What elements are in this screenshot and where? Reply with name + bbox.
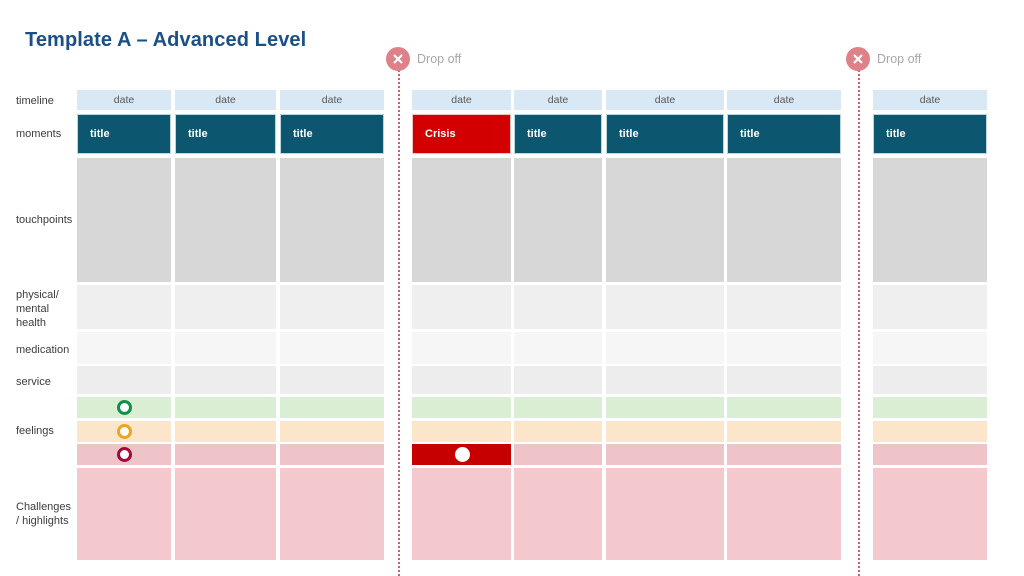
cell-medication-c5[interactable] (514, 332, 602, 364)
dropoff-marker-1[interactable]: Drop off (386, 47, 461, 71)
cell-moments-c6[interactable]: title (606, 114, 724, 154)
dropoff-label: Drop off (877, 52, 922, 66)
cell-touchpoints-c7[interactable] (727, 158, 841, 282)
cell-moments-c8[interactable]: title (873, 114, 987, 154)
row-label-touchpoints: touchpoints (16, 214, 73, 226)
cell-timeline-c3[interactable]: date (280, 90, 384, 110)
cell-moments-c4[interactable]: Crisis (412, 114, 511, 154)
cell-medication-c1[interactable] (77, 332, 171, 364)
cell-pmh-c8[interactable] (873, 285, 987, 329)
cell-pmh-c5[interactable] (514, 285, 602, 329)
cell-chal-c7[interactable] (727, 468, 841, 560)
cell-service-c8[interactable] (873, 366, 987, 394)
cell-service-c6[interactable] (606, 366, 724, 394)
cell-medication-c3[interactable] (280, 332, 384, 364)
cell-timeline-c1[interactable]: date (77, 90, 171, 110)
cell-pmh-c2[interactable] (175, 285, 276, 329)
row-label-feelings: feelings (16, 425, 54, 437)
cell-service-c5[interactable] (514, 366, 602, 394)
cell-service-c7[interactable] (727, 366, 841, 394)
cell-chal-c3[interactable] (280, 468, 384, 560)
dropoff-marker-2[interactable]: Drop off (846, 47, 921, 71)
dropoff-divider-1 (398, 70, 400, 576)
cell-pmh-c4[interactable] (412, 285, 511, 329)
cell-f-neu-c2[interactable] (175, 421, 276, 442)
cell-touchpoints-c6[interactable] (606, 158, 724, 282)
cell-chal-c6[interactable] (606, 468, 724, 560)
cell-timeline-c2[interactable]: date (175, 90, 276, 110)
cell-timeline-c6[interactable]: date (606, 90, 724, 110)
feeling-marker-crisis[interactable] (455, 447, 470, 462)
row-label-pmh: physical/ mental health (16, 289, 59, 329)
row-label-moments: moments (16, 128, 62, 140)
cell-touchpoints-c3[interactable] (280, 158, 384, 282)
dropoff-divider-2 (858, 70, 860, 576)
cell-f-pos-c3[interactable] (280, 397, 384, 418)
cell-medication-c2[interactable] (175, 332, 276, 364)
cell-f-neu-c3[interactable] (280, 421, 384, 442)
cell-touchpoints-c1[interactable] (77, 158, 171, 282)
cell-moments-c3[interactable]: title (280, 114, 384, 154)
cell-chal-c5[interactable] (514, 468, 602, 560)
cell-moments-c2[interactable]: title (175, 114, 276, 154)
cell-service-c2[interactable] (175, 366, 276, 394)
cell-f-neg-c5[interactable] (514, 444, 602, 465)
cell-f-neg-c6[interactable] (606, 444, 724, 465)
cell-pmh-c1[interactable] (77, 285, 171, 329)
close-circle-icon (846, 47, 870, 71)
cell-timeline-c8[interactable]: date (873, 90, 987, 110)
dropoff-label: Drop off (417, 52, 462, 66)
cell-pmh-c3[interactable] (280, 285, 384, 329)
cell-f-pos-c8[interactable] (873, 397, 987, 418)
row-label-challenges: Challenges / highlights (16, 501, 72, 527)
cell-f-neu-c6[interactable] (606, 421, 724, 442)
cell-medication-c4[interactable] (412, 332, 511, 364)
cell-timeline-c5[interactable]: date (514, 90, 602, 110)
cell-f-neu-c5[interactable] (514, 421, 602, 442)
feeling-marker-negative[interactable] (117, 447, 132, 462)
cell-f-neg-c7[interactable] (727, 444, 841, 465)
cell-f-pos-c5[interactable] (514, 397, 602, 418)
cell-f-pos-c2[interactable] (175, 397, 276, 418)
cell-f-neg-c3[interactable] (280, 444, 384, 465)
cell-chal-c8[interactable] (873, 468, 987, 560)
feeling-marker-neutral[interactable] (117, 424, 132, 439)
row-label-service: service (16, 376, 51, 388)
cell-touchpoints-c8[interactable] (873, 158, 987, 282)
cell-f-neg-c2[interactable] (175, 444, 276, 465)
cell-timeline-c7[interactable]: date (727, 90, 841, 110)
cell-f-neu-c7[interactable] (727, 421, 841, 442)
cell-touchpoints-c2[interactable] (175, 158, 276, 282)
feeling-marker-positive[interactable] (117, 400, 132, 415)
cell-f-neu-c4[interactable] (412, 421, 511, 442)
cell-service-c4[interactable] (412, 366, 511, 394)
cell-timeline-c4[interactable]: date (412, 90, 511, 110)
row-label-timeline: timeline (16, 95, 54, 107)
cell-medication-c6[interactable] (606, 332, 724, 364)
cell-chal-c2[interactable] (175, 468, 276, 560)
cell-pmh-c6[interactable] (606, 285, 724, 329)
cell-f-neg-c8[interactable] (873, 444, 987, 465)
cell-moments-c7[interactable]: title (727, 114, 841, 154)
cell-touchpoints-c4[interactable] (412, 158, 511, 282)
cell-f-neu-c8[interactable] (873, 421, 987, 442)
cell-touchpoints-c5[interactable] (514, 158, 602, 282)
cell-moments-c1[interactable]: title (77, 114, 171, 154)
cell-medication-c7[interactable] (727, 332, 841, 364)
cell-f-pos-c4[interactable] (412, 397, 511, 418)
cell-service-c3[interactable] (280, 366, 384, 394)
cell-chal-c4[interactable] (412, 468, 511, 560)
cell-pmh-c7[interactable] (727, 285, 841, 329)
cell-service-c1[interactable] (77, 366, 171, 394)
page-title: Template A – Advanced Level (25, 29, 307, 51)
cell-medication-c8[interactable] (873, 332, 987, 364)
cell-chal-c1[interactable] (77, 468, 171, 560)
cell-f-pos-c6[interactable] (606, 397, 724, 418)
cell-moments-c5[interactable]: title (514, 114, 602, 154)
row-label-medication: medication (16, 344, 70, 356)
close-circle-icon (386, 47, 410, 71)
cell-f-pos-c7[interactable] (727, 397, 841, 418)
